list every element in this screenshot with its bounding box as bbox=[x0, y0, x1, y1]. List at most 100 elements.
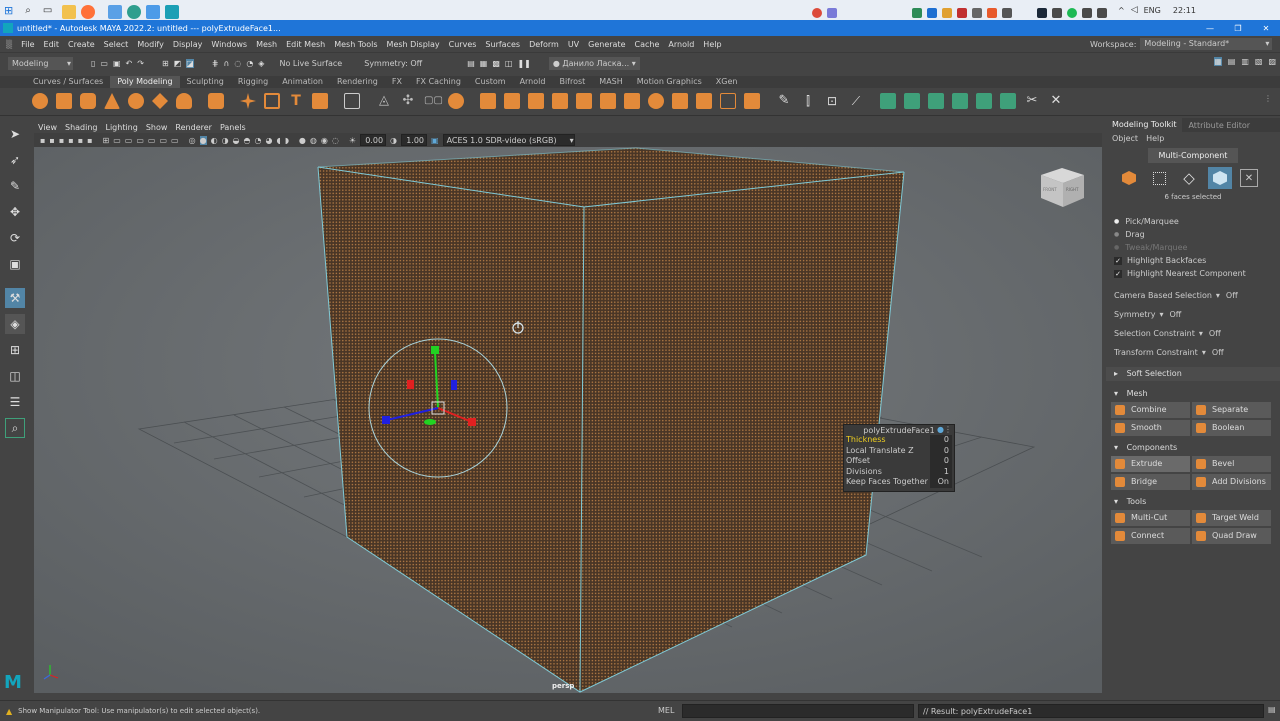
snap-point-icon[interactable]: ◌ bbox=[234, 59, 241, 68]
clock[interactable]: 22:11 bbox=[1173, 6, 1196, 15]
tray-app-icon[interactable] bbox=[957, 7, 967, 18]
quad-draw-icon[interactable]: ⊡ bbox=[824, 93, 840, 109]
use-all-lights-icon[interactable]: ◒ bbox=[233, 136, 240, 145]
grid-icon[interactable] bbox=[344, 93, 360, 109]
task-view-icon[interactable]: ▭ bbox=[43, 5, 52, 16]
grid-toggle-icon[interactable]: ⊞ bbox=[103, 136, 110, 145]
transform-constraint-dropdown[interactable]: Transform Constraint ▾ Off bbox=[1114, 343, 1280, 362]
select-by-component-icon[interactable]: ◪ bbox=[186, 58, 194, 68]
shelf-tab[interactable]: Rendering bbox=[330, 76, 385, 88]
unfold-icon[interactable] bbox=[1000, 93, 1016, 109]
menu-mesh-tools[interactable]: Mesh Tools bbox=[334, 40, 377, 49]
radio-unchecked-icon[interactable]: ● bbox=[1114, 244, 1119, 251]
uv-mode-icon[interactable]: ✕ bbox=[1240, 169, 1258, 187]
vp-menu-panels[interactable]: Panels bbox=[220, 123, 246, 132]
shelf-tab[interactable]: Curves / Surfaces bbox=[26, 76, 110, 88]
vp-menu-renderer[interactable]: Renderer bbox=[175, 123, 212, 132]
twod-pan-icon[interactable]: ▪ bbox=[78, 136, 83, 145]
attr-row-offset[interactable]: Offset 0 bbox=[844, 456, 954, 467]
tray-app-icon[interactable] bbox=[912, 7, 922, 18]
checkbox-checked-icon[interactable]: ✓ bbox=[1114, 269, 1122, 278]
separate-icon[interactable]: ▢▢ bbox=[424, 93, 443, 109]
save-scene-icon[interactable]: ▣ bbox=[113, 59, 121, 68]
explorer-icon[interactable] bbox=[62, 4, 77, 19]
drag-option[interactable]: ● Drag bbox=[1114, 228, 1280, 241]
menu-dots-icon[interactable]: ▒ bbox=[6, 40, 12, 49]
menu-generate[interactable]: Generate bbox=[588, 40, 625, 49]
spherical-map-icon[interactable] bbox=[952, 93, 968, 109]
append-polygon-icon[interactable] bbox=[576, 93, 592, 109]
tray-app-icon[interactable] bbox=[827, 7, 837, 18]
menu-help[interactable]: Help bbox=[703, 40, 721, 49]
steam-icon[interactable] bbox=[1037, 7, 1047, 18]
panel-toggle-icon[interactable]: ▦ bbox=[1214, 57, 1222, 66]
language-indicator[interactable]: ENG bbox=[1144, 6, 1161, 15]
fill-hole-icon[interactable] bbox=[672, 93, 688, 109]
user-dropdown[interactable]: ● Данило Ласка... ▾ bbox=[548, 56, 640, 70]
xray-joints-icon[interactable]: ◉ bbox=[321, 136, 328, 145]
zoom-search-icon[interactable]: ⌕ bbox=[5, 418, 25, 438]
field-chart-icon[interactable]: ▭ bbox=[148, 136, 156, 145]
tray-app-icon[interactable] bbox=[927, 7, 937, 18]
tools-section-header[interactable]: ▾ Tools bbox=[1106, 495, 1280, 509]
checkbox-checked-icon[interactable]: ✓ bbox=[1114, 256, 1122, 265]
anti-alias-icon[interactable]: ◖ bbox=[276, 136, 280, 145]
menu-edit[interactable]: Edit bbox=[44, 40, 60, 49]
smooth-icon[interactable] bbox=[448, 93, 464, 109]
poly-plane-icon[interactable] bbox=[152, 93, 168, 109]
tray-app-icon[interactable] bbox=[972, 7, 982, 18]
tray-app-icon[interactable] bbox=[987, 7, 997, 18]
photos-icon[interactable] bbox=[146, 4, 161, 19]
film-gate-icon[interactable]: ▭ bbox=[113, 136, 121, 145]
select-tool-icon[interactable]: ➤ bbox=[5, 124, 25, 144]
render-icon[interactable]: ▦ bbox=[480, 59, 488, 68]
components-section-header[interactable]: ▾ Components bbox=[1106, 441, 1280, 455]
safe-action-icon[interactable]: ▭ bbox=[159, 136, 167, 145]
attr-value-field[interactable]: 1 bbox=[930, 466, 952, 477]
shelf-tab[interactable]: Rigging bbox=[231, 76, 275, 88]
command-line-input[interactable] bbox=[682, 704, 914, 718]
shadows-icon[interactable]: ◓ bbox=[244, 136, 251, 145]
mode-dropdown[interactable]: Modeling ▾ bbox=[8, 56, 73, 70]
xray-active-icon[interactable]: ◌ bbox=[332, 136, 339, 145]
redo-icon[interactable]: ↷ bbox=[137, 59, 144, 68]
exposure-icon[interactable]: ☀ bbox=[349, 136, 356, 145]
color-management-icon[interactable]: ▣ bbox=[431, 136, 439, 145]
manipulator-rotate-z[interactable] bbox=[451, 380, 457, 390]
shelf-tab[interactable]: Motion Graphics bbox=[630, 76, 709, 88]
multi-cut-icon[interactable] bbox=[600, 93, 616, 109]
new-scene-icon[interactable]: ▯ bbox=[91, 59, 95, 68]
planar-map-icon[interactable] bbox=[904, 93, 920, 109]
ipr-icon[interactable]: ▩ bbox=[492, 59, 500, 68]
menu-mesh-display[interactable]: Mesh Display bbox=[387, 40, 440, 49]
vertex-mode-icon[interactable] bbox=[1148, 167, 1170, 189]
edge-mode-icon[interactable]: ◇ bbox=[1178, 167, 1200, 189]
sweep-mesh-icon[interactable] bbox=[264, 93, 280, 109]
manipulator-rotate-x[interactable] bbox=[407, 380, 414, 389]
tab-attribute-editor[interactable]: Attribute Editor bbox=[1182, 121, 1256, 130]
multi-cut-button[interactable]: Multi-Cut bbox=[1111, 510, 1190, 526]
menu-file[interactable]: File bbox=[21, 40, 34, 49]
minimize-icon[interactable]: — bbox=[1196, 24, 1224, 33]
auto-map-icon[interactable] bbox=[976, 93, 992, 109]
type-tool-icon[interactable]: T bbox=[288, 93, 304, 109]
shelf-tab[interactable]: XGen bbox=[709, 76, 745, 88]
quad-draw-button[interactable]: Quad Draw bbox=[1192, 528, 1271, 544]
highlight-nearest-option[interactable]: ✓ Highlight Nearest Component bbox=[1114, 267, 1280, 280]
svg-tool-icon[interactable] bbox=[312, 93, 328, 109]
xray-icon[interactable]: ◍ bbox=[310, 136, 317, 145]
manipulator-x-handle[interactable] bbox=[468, 418, 476, 426]
edge-icon[interactable] bbox=[127, 4, 142, 19]
attr-value-field[interactable]: On bbox=[930, 477, 952, 488]
wireframe-on-shaded-icon[interactable]: ◐ bbox=[211, 136, 218, 145]
motion-blur-icon[interactable]: ◕ bbox=[266, 136, 273, 145]
tweak-marquee-option[interactable]: ● Tweak/Marquee bbox=[1114, 241, 1280, 254]
smooth-shade-icon[interactable]: ● bbox=[199, 135, 207, 145]
manipulator-tool-icon[interactable]: ⚒ bbox=[5, 288, 25, 308]
platonic-solid-icon[interactable] bbox=[208, 93, 224, 109]
wireframe-icon[interactable]: ◎ bbox=[189, 136, 196, 145]
bevel-button[interactable]: Bevel bbox=[1192, 456, 1271, 472]
chevron-up-icon[interactable]: ^ bbox=[1118, 6, 1125, 15]
snap-curve-icon[interactable]: ∩ bbox=[223, 59, 229, 68]
extrude-icon[interactable] bbox=[480, 93, 496, 109]
